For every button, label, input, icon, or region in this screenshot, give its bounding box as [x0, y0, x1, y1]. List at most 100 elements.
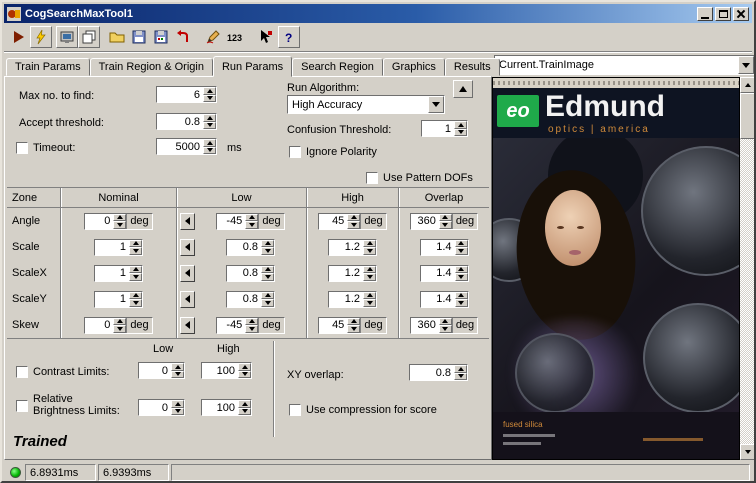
spin-up-button[interactable] [113, 213, 127, 221]
run-algorithm-dropdown[interactable]: High Accuracy [287, 95, 445, 114]
angle-overlap-value[interactable]: 360 [410, 213, 439, 229]
spin-down-button[interactable] [113, 221, 127, 229]
spin-down-button[interactable] [203, 94, 216, 102]
scale-overlap-value[interactable]: 1.4 [420, 239, 455, 255]
edit-button[interactable] [202, 26, 224, 48]
tab-graphics[interactable]: Graphics [382, 58, 445, 76]
compression-checkbox[interactable] [289, 404, 301, 416]
contrast-high-value[interactable]: 100 [202, 363, 238, 378]
spin-down-button[interactable] [129, 247, 142, 255]
spin-up-button[interactable] [347, 317, 361, 325]
spin-up-button[interactable] [261, 239, 274, 247]
spin-up-button[interactable] [203, 87, 216, 95]
spin-down-button[interactable] [203, 146, 216, 154]
spin-up-button[interactable] [261, 265, 274, 273]
brightness-low-value[interactable]: 0 [139, 400, 171, 415]
spin-down-button[interactable] [347, 221, 361, 229]
left-arrow-button[interactable] [180, 290, 195, 308]
spin-up-button[interactable] [203, 114, 216, 122]
contrast-low-value[interactable]: 0 [139, 363, 171, 378]
close-button[interactable] [733, 6, 749, 21]
timeout-checkbox[interactable] [16, 142, 28, 154]
scaley-low-value[interactable]: 0.8 [227, 291, 261, 307]
spin-up-button[interactable] [238, 400, 251, 408]
tab-train-params[interactable]: Train Params [6, 58, 90, 76]
spin-down-button[interactable] [438, 221, 452, 229]
spin-down-button[interactable] [454, 273, 468, 281]
spin-up-button[interactable] [129, 239, 142, 247]
max-find-value[interactable]: 6 [157, 87, 203, 102]
open-button[interactable] [106, 26, 128, 48]
spin-down-button[interactable] [238, 407, 251, 415]
scroll-down-button[interactable] [740, 444, 754, 460]
spin-down-button[interactable] [347, 325, 361, 333]
angle-nominal-value[interactable]: 0 [85, 213, 114, 229]
layers-button[interactable] [78, 26, 100, 48]
live-run-button[interactable] [30, 26, 52, 48]
spin-down-button[interactable] [454, 128, 467, 136]
brightness-high-value[interactable]: 100 [202, 400, 238, 415]
spin-down-button[interactable] [171, 407, 184, 415]
spin-up-button[interactable] [438, 213, 452, 221]
scale-nominal-value[interactable]: 1 [95, 239, 129, 255]
spin-up-button[interactable] [129, 291, 142, 299]
left-arrow-button[interactable] [180, 238, 195, 256]
skew-overlap-value[interactable]: 360 [410, 317, 439, 333]
timeout-value[interactable]: 5000 [157, 139, 203, 154]
spin-up-button[interactable] [454, 265, 468, 273]
spin-up-button[interactable] [454, 121, 467, 129]
skew-high-value[interactable]: 45 [319, 317, 348, 333]
spin-up-button[interactable] [171, 363, 184, 371]
confusion-threshold-value[interactable]: 1 [422, 121, 454, 136]
scaley-nominal-value[interactable]: 1 [95, 291, 129, 307]
tab-train-region-origin[interactable]: Train Region & Origin [89, 58, 213, 76]
left-arrow-button[interactable] [180, 316, 195, 334]
brightness-limits-checkbox[interactable] [16, 400, 28, 412]
spin-down-button[interactable] [363, 273, 376, 281]
scroll-up-button[interactable] [740, 77, 754, 93]
scalex-high-value[interactable]: 1.2 [329, 265, 363, 281]
spin-down-button[interactable] [245, 221, 259, 229]
ignore-polarity-checkbox[interactable] [289, 146, 301, 158]
spin-up-button[interactable] [363, 291, 376, 299]
spin-down-button[interactable] [261, 299, 274, 307]
spin-up-button[interactable] [363, 265, 376, 273]
spin-down-button[interactable] [438, 325, 452, 333]
title-bar[interactable]: CogSearchMaxTool1 [4, 4, 752, 23]
angle-low-value[interactable]: -45 [217, 213, 246, 229]
spin-up-button[interactable] [347, 213, 361, 221]
scrollbar-thumb[interactable] [740, 93, 754, 139]
left-arrow-button[interactable] [180, 212, 195, 230]
spin-up-button[interactable] [454, 365, 467, 373]
skew-low-value[interactable]: -45 [217, 317, 246, 333]
spin-up-button[interactable] [113, 317, 127, 325]
spin-up-button[interactable] [245, 213, 259, 221]
help-button[interactable]: ? [278, 26, 300, 48]
spin-up-button[interactable] [171, 400, 184, 408]
angle-high-value[interactable]: 45 [319, 213, 348, 229]
spin-up-button[interactable] [129, 265, 142, 273]
spin-down-button[interactable] [363, 247, 376, 255]
contrast-limits-checkbox[interactable] [16, 366, 28, 378]
spin-down-button[interactable] [245, 325, 259, 333]
scalex-nominal-value[interactable]: 1 [95, 265, 129, 281]
reset-button[interactable] [172, 26, 194, 48]
dropdown-arrow-icon[interactable] [738, 56, 754, 74]
scalex-overlap-value[interactable]: 1.4 [420, 265, 455, 281]
scaley-overlap-value[interactable]: 1.4 [420, 291, 455, 307]
accept-threshold-value[interactable]: 0.8 [157, 114, 203, 129]
scaley-high-value[interactable]: 1.2 [329, 291, 363, 307]
spin-up-button[interactable] [454, 239, 468, 247]
left-arrow-button[interactable] [180, 264, 195, 282]
spin-down-button[interactable] [363, 299, 376, 307]
spin-down-button[interactable] [113, 325, 127, 333]
spin-up-button[interactable] [238, 363, 251, 371]
spin-up-button[interactable] [438, 317, 452, 325]
spin-up-button[interactable] [454, 291, 468, 299]
scalex-low-value[interactable]: 0.8 [227, 265, 261, 281]
spin-down-button[interactable] [171, 370, 184, 378]
spin-up-button[interactable] [245, 317, 259, 325]
dropdown-arrow-icon[interactable] [428, 96, 444, 113]
pointer-button[interactable] [254, 26, 276, 48]
spin-up-button[interactable] [363, 239, 376, 247]
